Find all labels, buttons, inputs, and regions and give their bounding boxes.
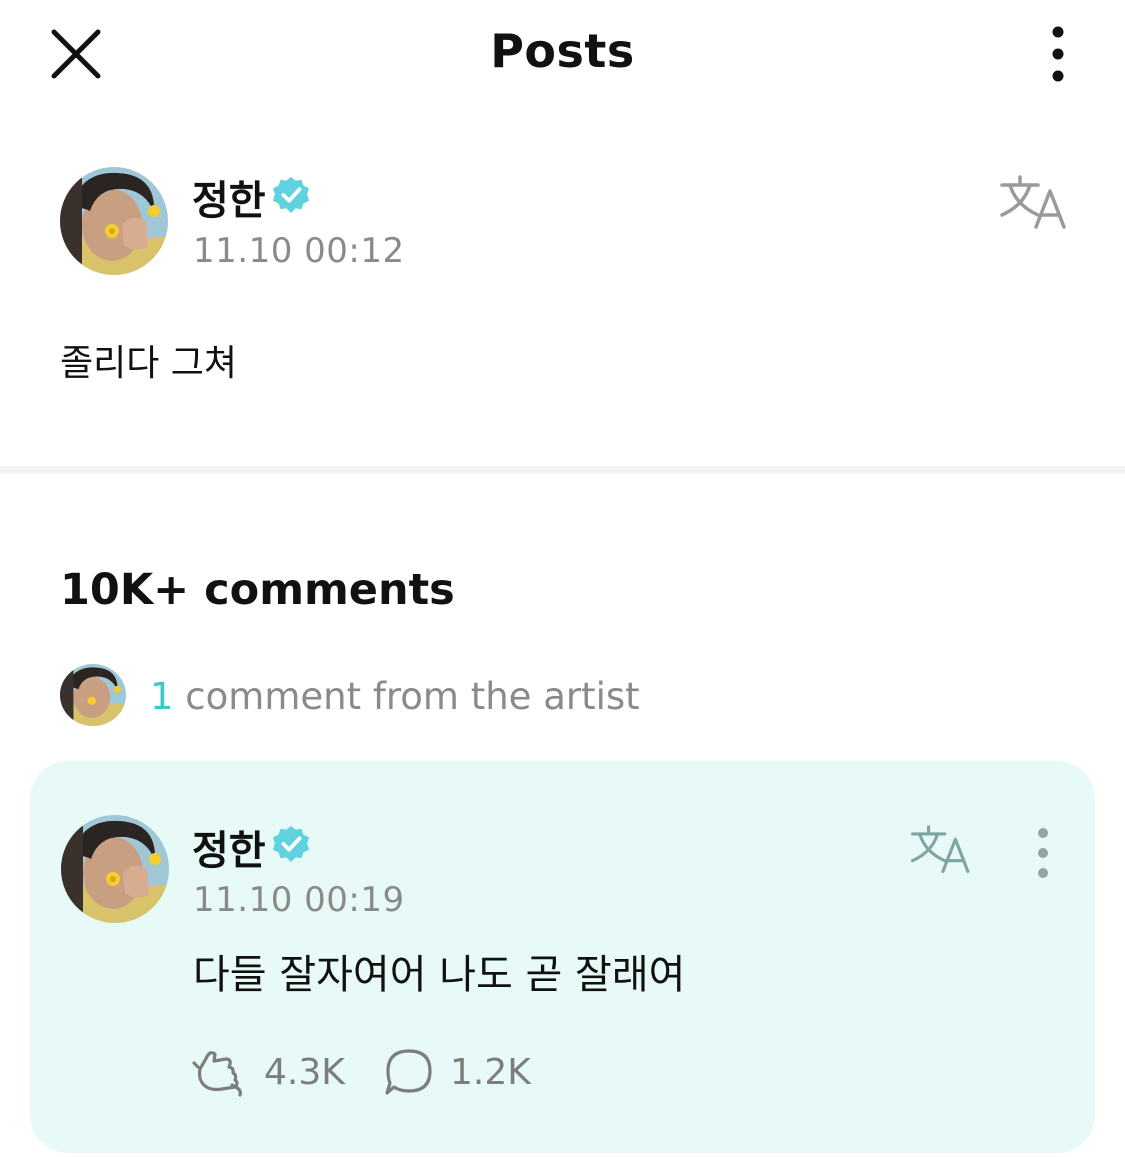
artist-avatar	[60, 664, 126, 726]
comment-more-button[interactable]	[1030, 826, 1056, 880]
verified-badge-icon	[272, 825, 310, 863]
translate-icon[interactable]	[1000, 175, 1070, 231]
avatar[interactable]	[60, 167, 168, 275]
more-vertical-icon[interactable]	[1040, 26, 1076, 82]
speech-bubble-icon	[385, 1049, 432, 1095]
post-author-name[interactable]: 정한	[192, 168, 266, 226]
translate-button[interactable]	[1000, 175, 1070, 231]
section-divider	[0, 466, 1125, 474]
artist-comment-count: 1	[150, 675, 174, 718]
more-options-button[interactable]	[1040, 26, 1076, 82]
comment-avatar[interactable]	[61, 815, 169, 923]
verified-badge-icon	[272, 176, 310, 214]
comment-author-name[interactable]: 정한	[192, 818, 266, 876]
comment-translate-button[interactable]	[910, 825, 974, 875]
reply-count: 1.2K	[450, 1051, 531, 1093]
post-timestamp: 11.10 00:12	[193, 231, 405, 271]
cheer-hand-icon	[192, 1051, 242, 1097]
reply-button[interactable]: 1.2K	[384, 1044, 531, 1100]
posts-page: Posts 정한 11.10 00:12 졸리다 그쳐 10K+ comment…	[0, 0, 1125, 1157]
comments-count-heading: 10K+ comments	[60, 565, 455, 615]
comment-timestamp: 11.10 00:19	[193, 880, 405, 920]
artist-comment-label: comment from the artist	[173, 675, 640, 718]
more-vertical-icon[interactable]	[1030, 826, 1056, 880]
translate-icon[interactable]	[910, 825, 974, 875]
page-title: Posts	[490, 24, 635, 78]
post-body-text: 졸리다 그쳐	[60, 343, 238, 384]
like-button[interactable]: 4.3K	[192, 1044, 345, 1100]
artist-comments-link[interactable]: 1 comment from the artist	[150, 675, 640, 718]
header: Posts	[0, 0, 1125, 110]
like-count: 4.3K	[264, 1051, 345, 1093]
comment-body-text: 다들 잘자여어 나도 곧 잘래여	[193, 952, 686, 998]
